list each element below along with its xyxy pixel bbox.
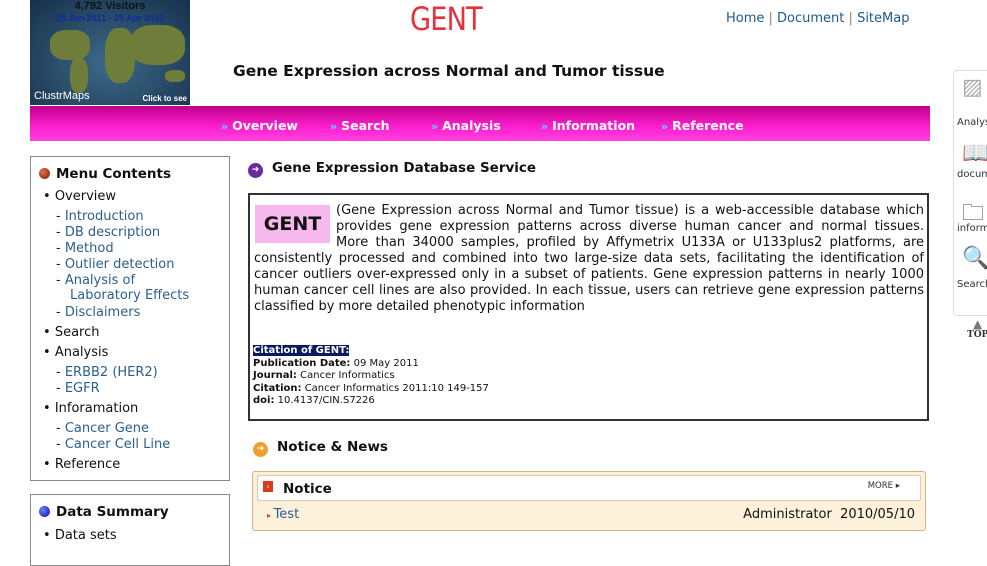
ball-icon bbox=[39, 168, 50, 179]
double-chevron-icon: » bbox=[541, 120, 549, 133]
search-icon[interactable]: 🔍 bbox=[962, 246, 987, 271]
menu-information[interactable]: • Inforamation bbox=[43, 401, 138, 416]
top-links: Home | Document | SiteMap bbox=[726, 11, 910, 26]
doi: 10.4137/CIN.S7226 bbox=[277, 395, 375, 406]
nav-analysis[interactable]: » Analysis bbox=[431, 118, 501, 133]
home-link[interactable]: Home bbox=[726, 11, 764, 26]
menu-method[interactable]: - Method bbox=[56, 241, 114, 256]
page-subtitle: Gene Expression across Normal and Tumor … bbox=[233, 62, 665, 80]
description-text: (Gene Expression across Normal and Tumor… bbox=[254, 203, 924, 314]
menu-db-description[interactable]: - DB description bbox=[56, 225, 160, 240]
arrow-circle-icon: ➜ bbox=[248, 163, 263, 178]
book-icon[interactable]: 📖 bbox=[962, 141, 987, 166]
document-link[interactable]: Document bbox=[777, 11, 844, 26]
nav-reference[interactable]: » Reference bbox=[661, 118, 744, 133]
menu-contents-panel: Menu Contents • Overview - Introduction … bbox=[30, 156, 230, 481]
site-logo[interactable]: GENT bbox=[410, 0, 483, 38]
up-arrow-icon: ▲ bbox=[973, 317, 983, 331]
nav-overview[interactable]: » Overview bbox=[221, 118, 298, 133]
visitor-count: 4,792 Visitors bbox=[74, 0, 146, 12]
menu-introduction[interactable]: - Introduction bbox=[56, 209, 144, 224]
notice-row[interactable]: ▸ Test bbox=[267, 507, 299, 522]
double-chevron-icon: » bbox=[431, 120, 439, 133]
nav-information[interactable]: » Information bbox=[541, 118, 635, 133]
top-button[interactable]: ▲ TOP bbox=[967, 318, 987, 340]
click-to-see: Click to see bbox=[142, 94, 187, 103]
notice-header: › Notice MORE ▸ bbox=[257, 475, 921, 501]
sitemap-link[interactable]: SiteMap bbox=[857, 11, 909, 26]
double-chevron-icon: » bbox=[330, 120, 338, 133]
quick-document[interactable]: document bbox=[957, 169, 987, 180]
quick-menu: ▨ Analysis 📖 document 🗀 information 🔍 Se… bbox=[953, 70, 987, 316]
journal: Cancer Informatics bbox=[300, 370, 395, 381]
double-chevron-icon: » bbox=[221, 120, 229, 133]
double-chevron-icon: » bbox=[661, 120, 669, 133]
menu-data-sets[interactable]: • Data sets bbox=[43, 528, 117, 543]
quick-information[interactable]: information bbox=[957, 223, 987, 234]
ball-icon bbox=[39, 506, 50, 517]
more-link[interactable]: MORE ▸ bbox=[868, 481, 900, 491]
notice-author: Administrator bbox=[743, 507, 832, 522]
notice-meta: Administrator 2010/05/10 bbox=[743, 507, 915, 522]
quick-analysis[interactable]: Analysis bbox=[957, 117, 987, 128]
gent-badge: GENT bbox=[255, 205, 330, 243]
nav-search[interactable]: » Search bbox=[330, 118, 390, 133]
publication-date: 09 May 2011 bbox=[353, 357, 419, 369]
clustrmaps-brand: ClustrMaps bbox=[34, 90, 90, 102]
menu-search[interactable]: • Search bbox=[43, 325, 99, 340]
menu-disclaimers[interactable]: - Disclaimers bbox=[56, 305, 140, 320]
data-summary-panel: Data Summary • Data sets bbox=[30, 494, 230, 566]
analysis-icon[interactable]: ▨ bbox=[962, 75, 983, 100]
citation-title: Citation of GENT: bbox=[253, 345, 350, 356]
citation-block: Citation of GENT: Publication Date: 09 M… bbox=[253, 345, 489, 406]
clustrmaps-widget[interactable]: 4,792 Visitors 28 Jun 2011 - 25 Apr 2013… bbox=[30, 0, 190, 105]
menu-cancer-cell-line[interactable]: - Cancer Cell Line bbox=[56, 437, 170, 452]
news-section-title: ➜ Notice & News bbox=[253, 439, 388, 457]
notice-date: 2010/05/10 bbox=[840, 507, 915, 522]
menu-outlier-detection[interactable]: - Outlier detection bbox=[56, 257, 175, 272]
section-title: ➜ Gene Expression Database Service bbox=[248, 160, 536, 178]
menu-reference[interactable]: • Reference bbox=[43, 457, 120, 472]
quick-search[interactable]: Search bbox=[957, 279, 987, 290]
visitor-range: 28 Jun 2011 - 25 Apr 2013 bbox=[55, 13, 165, 23]
menu-erbb2[interactable]: - ERBB2 (HER2) bbox=[56, 365, 158, 380]
citation: Cancer Informatics 2011:10 149-157 bbox=[304, 382, 489, 394]
notice-icon: › bbox=[263, 481, 273, 492]
main-nav: » Overview » Search » Analysis » Information… bbox=[30, 106, 930, 141]
menu-cancer-gene[interactable]: - Cancer Gene bbox=[56, 421, 149, 436]
description-box: (Gene Expression across Normal and Tumor… bbox=[248, 193, 929, 421]
arrow-circle-icon: ➜ bbox=[253, 442, 268, 457]
menu-title: Menu Contents bbox=[56, 166, 172, 182]
data-summary-title: Data Summary bbox=[56, 504, 169, 520]
notice-box: › Notice MORE ▸ ▸ Test Administrator 201… bbox=[252, 471, 926, 531]
menu-overview[interactable]: • Overview bbox=[43, 189, 116, 204]
menu-analysis[interactable]: • Analysis bbox=[43, 345, 108, 360]
menu-analysis-lab-effects[interactable]: - Analysis of Laboratory Effects bbox=[56, 273, 189, 303]
menu-egfr[interactable]: - EGFR bbox=[56, 381, 100, 396]
notice-title: Notice bbox=[283, 481, 332, 497]
